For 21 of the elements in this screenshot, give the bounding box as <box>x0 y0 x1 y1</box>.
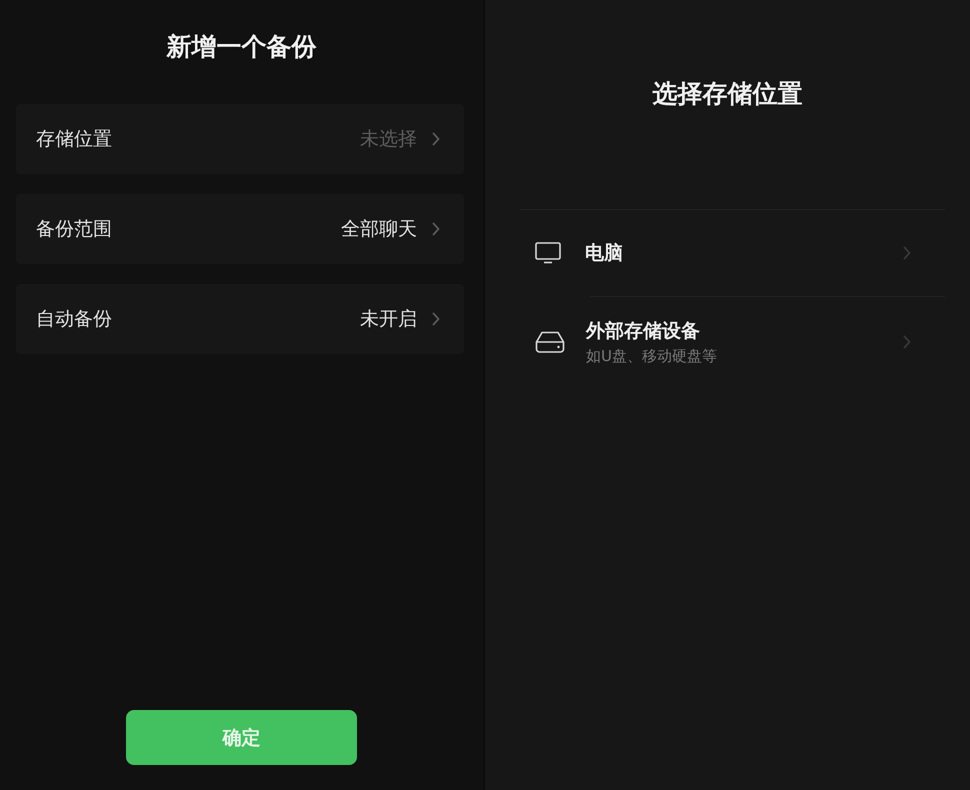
settings-row[interactable]: 存储位置 未选择 <box>16 104 464 174</box>
chevron-icon <box>903 246 911 260</box>
settings-row[interactable]: 备份范围 全部聊天 <box>16 194 464 264</box>
chevron-icon <box>432 132 440 146</box>
chevron-icon <box>903 335 911 349</box>
chevron-icon <box>432 222 440 236</box>
row-label: 备份范围 <box>36 217 112 242</box>
panel-title: 新增一个备份 <box>166 31 316 63</box>
settings-row[interactable]: 自动备份 未开启 <box>16 284 464 354</box>
monitor-icon <box>535 242 561 264</box>
row-label: 存储位置 <box>36 127 112 152</box>
row-label: 自动备份 <box>36 307 112 332</box>
option-label[interactable]: 电脑 <box>585 240 623 266</box>
row-value: 未开启 <box>360 307 417 332</box>
panel-title: 选择存储位置 <box>652 78 802 110</box>
row-value: 全部聊天 <box>341 217 417 242</box>
row-value: 未选择 <box>360 127 417 152</box>
hard-drive-icon <box>535 331 565 353</box>
chevron-icon <box>432 312 440 326</box>
option-label[interactable]: 外部存储设备 <box>586 318 700 344</box>
option-subtitle: 如U盘、移动硬盘等 <box>586 347 717 366</box>
